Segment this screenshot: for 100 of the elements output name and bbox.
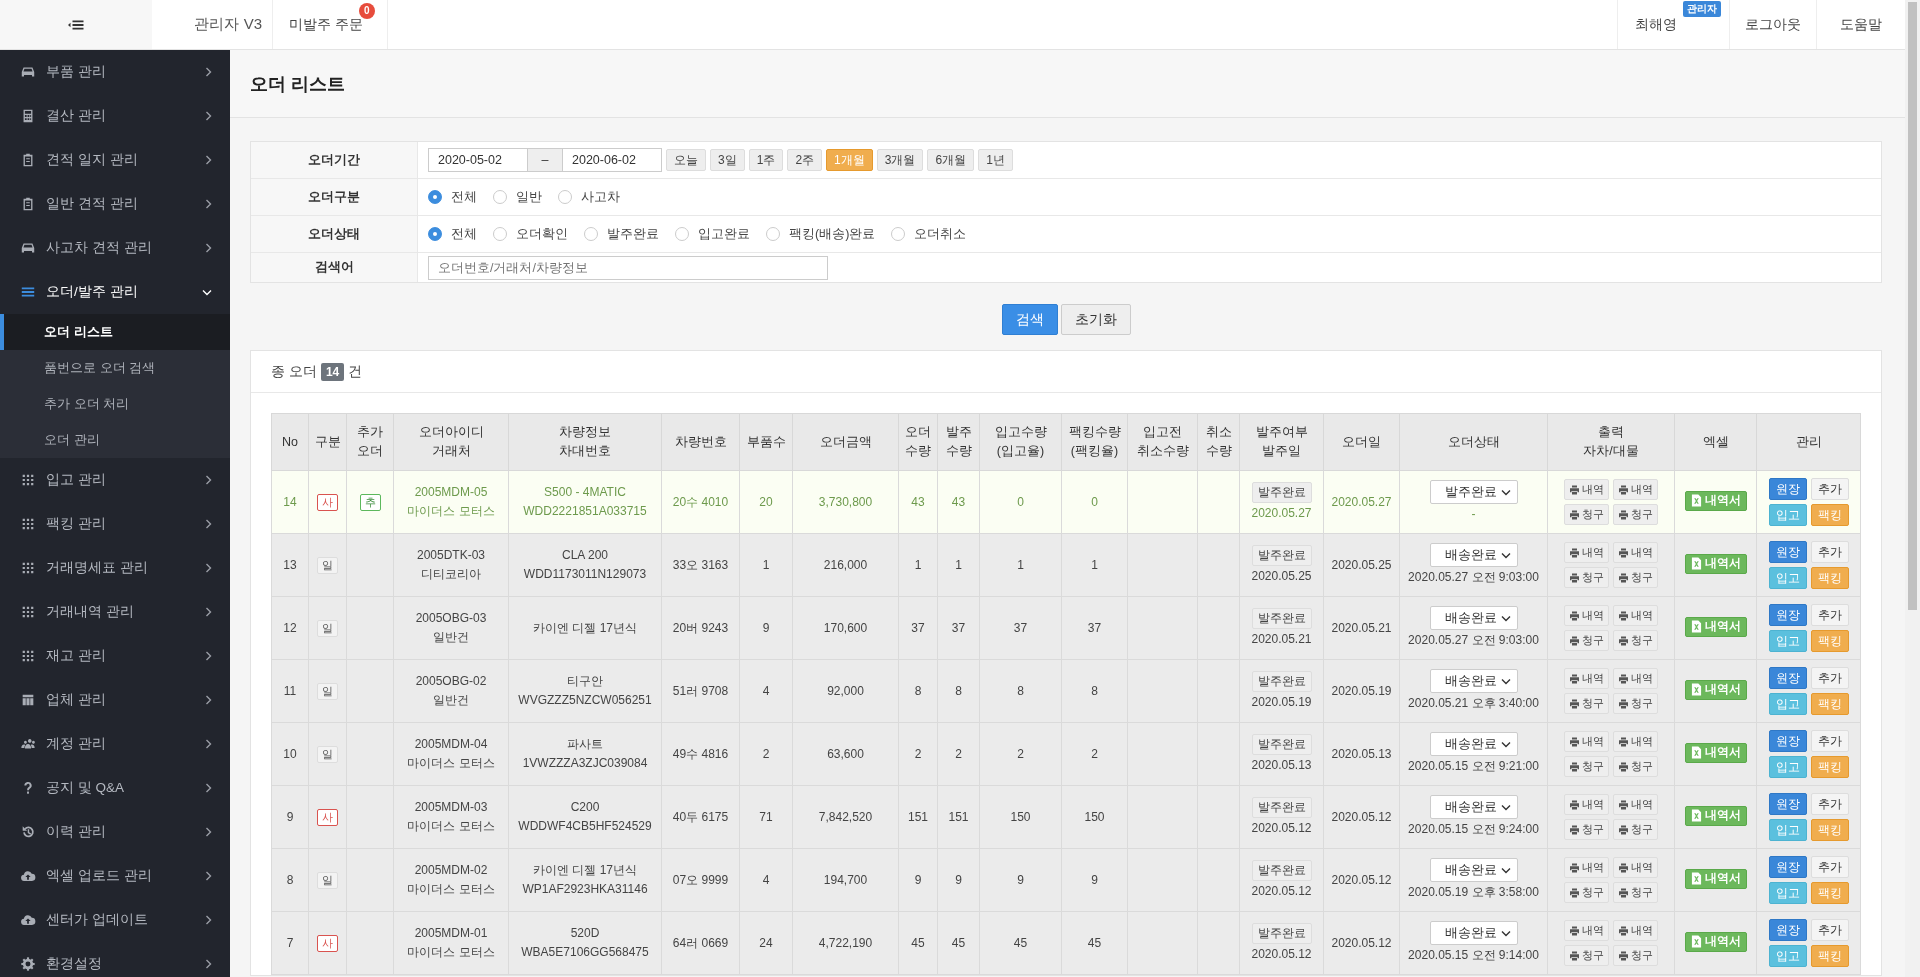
add-button[interactable]: 추가	[1810, 793, 1849, 815]
radio-button[interactable]	[584, 227, 598, 241]
print-button[interactable]: 내역	[1564, 542, 1609, 563]
print-button[interactable]: 내역	[1564, 857, 1609, 878]
add-button[interactable]: 추가	[1810, 730, 1849, 752]
submenu-item[interactable]: 오더 관리	[0, 422, 230, 458]
sidebar-toggle-button[interactable]	[0, 0, 152, 49]
radio-button[interactable]	[675, 227, 689, 241]
add-button[interactable]: 추가	[1810, 667, 1849, 689]
sidebar-item[interactable]: 재고 관리	[0, 634, 230, 678]
ledger-button[interactable]: 원장	[1768, 604, 1807, 626]
date-field[interactable]: 2020-05-02	[428, 148, 528, 172]
print-button[interactable]: 내역	[1564, 479, 1609, 500]
order-id[interactable]: 2005MDM-02	[396, 861, 506, 880]
print-button[interactable]: 내역	[1564, 605, 1609, 626]
print-button[interactable]: 청구	[1564, 630, 1609, 651]
print-button[interactable]: 내역	[1613, 857, 1658, 878]
period-button[interactable]: 3일	[710, 149, 745, 171]
radio-option[interactable]: 사고차	[558, 188, 620, 206]
period-button[interactable]: 1주	[748, 149, 784, 171]
add-button[interactable]: 추가	[1810, 604, 1849, 626]
ledger-button[interactable]: 원장	[1768, 793, 1807, 815]
user-name[interactable]: 최해영	[1635, 15, 1677, 34]
print-button[interactable]: 내역	[1613, 605, 1658, 626]
print-button[interactable]: 청구	[1564, 882, 1609, 903]
status-select[interactable]: 배송완료	[1429, 669, 1518, 694]
ledger-button[interactable]: 원장	[1768, 541, 1807, 563]
po-status-button[interactable]: 발주완료	[1251, 481, 1312, 503]
status-select[interactable]: 배송완료	[1429, 543, 1518, 568]
print-button[interactable]: 청구	[1613, 945, 1658, 966]
print-button[interactable]: 내역	[1564, 668, 1609, 689]
sidebar-item[interactable]: 이력 관리	[0, 810, 230, 854]
add-button[interactable]: 추가	[1810, 919, 1849, 941]
po-status-button[interactable]: 발주완료	[1251, 796, 1312, 818]
scrollbar-thumb[interactable]	[1908, 2, 1917, 610]
print-button[interactable]: 청구	[1613, 756, 1658, 777]
print-button[interactable]: 내역	[1613, 479, 1658, 500]
print-button[interactable]: 내역	[1613, 668, 1658, 689]
sidebar-item[interactable]: 사고차 견적 관리	[0, 226, 230, 270]
sidebar-item[interactable]: 입고 관리	[0, 458, 230, 502]
order-id[interactable]: 2005OBG-02	[396, 672, 506, 691]
radio-button[interactable]	[493, 227, 507, 241]
sidebar-item[interactable]: 업체 관리	[0, 678, 230, 722]
po-status-button[interactable]: 발주완료	[1251, 922, 1312, 944]
radio-button[interactable]	[428, 227, 442, 241]
nav-tab[interactable]: 미발주 주문 0	[272, 0, 388, 49]
print-button[interactable]: 청구	[1613, 630, 1658, 651]
print-button[interactable]: 청구	[1613, 504, 1658, 525]
period-button[interactable]: 오늘	[666, 149, 706, 171]
status-select[interactable]: 배송완료	[1429, 732, 1518, 757]
add-button[interactable]: 추가	[1810, 541, 1849, 563]
radio-option[interactable]: 발주완료	[584, 225, 659, 243]
sidebar-item[interactable]: 결산 관리	[0, 94, 230, 138]
radio-option[interactable]: 전체	[428, 225, 477, 243]
sidebar-item[interactable]: 오더/발주 관리	[0, 270, 230, 314]
print-button[interactable]: 내역	[1613, 542, 1658, 563]
po-status-button[interactable]: 발주완료	[1251, 859, 1312, 881]
sidebar-item[interactable]: 엑셀 업로드 관리	[0, 854, 230, 898]
print-button[interactable]: 내역	[1564, 794, 1609, 815]
sidebar-item[interactable]: 일반 견적 관리	[0, 182, 230, 226]
print-button[interactable]: 내역	[1613, 731, 1658, 752]
add-button[interactable]: 추가	[1810, 856, 1849, 878]
date-field[interactable]: 2020-06-02	[562, 148, 662, 172]
status-select[interactable]: 발주완료	[1429, 480, 1518, 505]
print-button[interactable]: 청구	[1564, 567, 1609, 588]
period-button[interactable]: 6개월	[927, 149, 975, 171]
order-id[interactable]: 2005OBG-03	[396, 609, 506, 628]
status-select[interactable]: 배송완료	[1429, 858, 1518, 883]
print-button[interactable]: 청구	[1613, 567, 1658, 588]
search-field[interactable]: 오더번호/거래처/차량정보	[428, 255, 828, 280]
sidebar-item[interactable]: 센터가 업데이트	[0, 898, 230, 942]
print-button[interactable]: 청구	[1613, 882, 1658, 903]
sidebar-item[interactable]: 거래내역 관리	[0, 590, 230, 634]
po-status-button[interactable]: 발주완료	[1251, 670, 1312, 692]
sidebar-item[interactable]: 공지 및 Q&A	[0, 766, 230, 810]
print-button[interactable]: 내역	[1613, 920, 1658, 941]
ledger-button[interactable]: 원장	[1768, 856, 1807, 878]
order-id[interactable]: 2005MDM-03	[396, 798, 506, 817]
radio-option[interactable]: 일반	[493, 188, 542, 206]
ledger-button[interactable]: 원장	[1768, 919, 1807, 941]
submenu-item[interactable]: 오더 리스트	[0, 314, 230, 350]
print-button[interactable]: 청구	[1564, 504, 1609, 525]
po-status-button[interactable]: 발주완료	[1251, 733, 1312, 755]
print-button[interactable]: 내역	[1564, 731, 1609, 752]
ledger-button[interactable]: 원장	[1768, 667, 1807, 689]
radio-option[interactable]: 팩킹(배송)완료	[766, 225, 876, 243]
order-id[interactable]: 2005MDM-01	[396, 924, 506, 943]
radio-option[interactable]: 오더취소	[891, 225, 967, 243]
period-button[interactable]: 3개월	[876, 149, 924, 171]
po-status-button[interactable]: 발주완료	[1251, 544, 1312, 566]
reset-button[interactable]: 초기화	[1060, 304, 1131, 335]
add-button[interactable]: 추가	[1810, 478, 1849, 500]
status-select[interactable]: 배송완료	[1429, 606, 1518, 631]
radio-option[interactable]: 입고완료	[675, 225, 750, 243]
po-status-button[interactable]: 발주완료	[1251, 607, 1312, 629]
submenu-item[interactable]: 추가 오더 처리	[0, 386, 230, 422]
print-button[interactable]: 내역	[1564, 920, 1609, 941]
sidebar-item[interactable]: 부품 관리	[0, 50, 230, 94]
status-select[interactable]: 배송완료	[1429, 795, 1518, 820]
radio-button[interactable]	[428, 190, 442, 204]
